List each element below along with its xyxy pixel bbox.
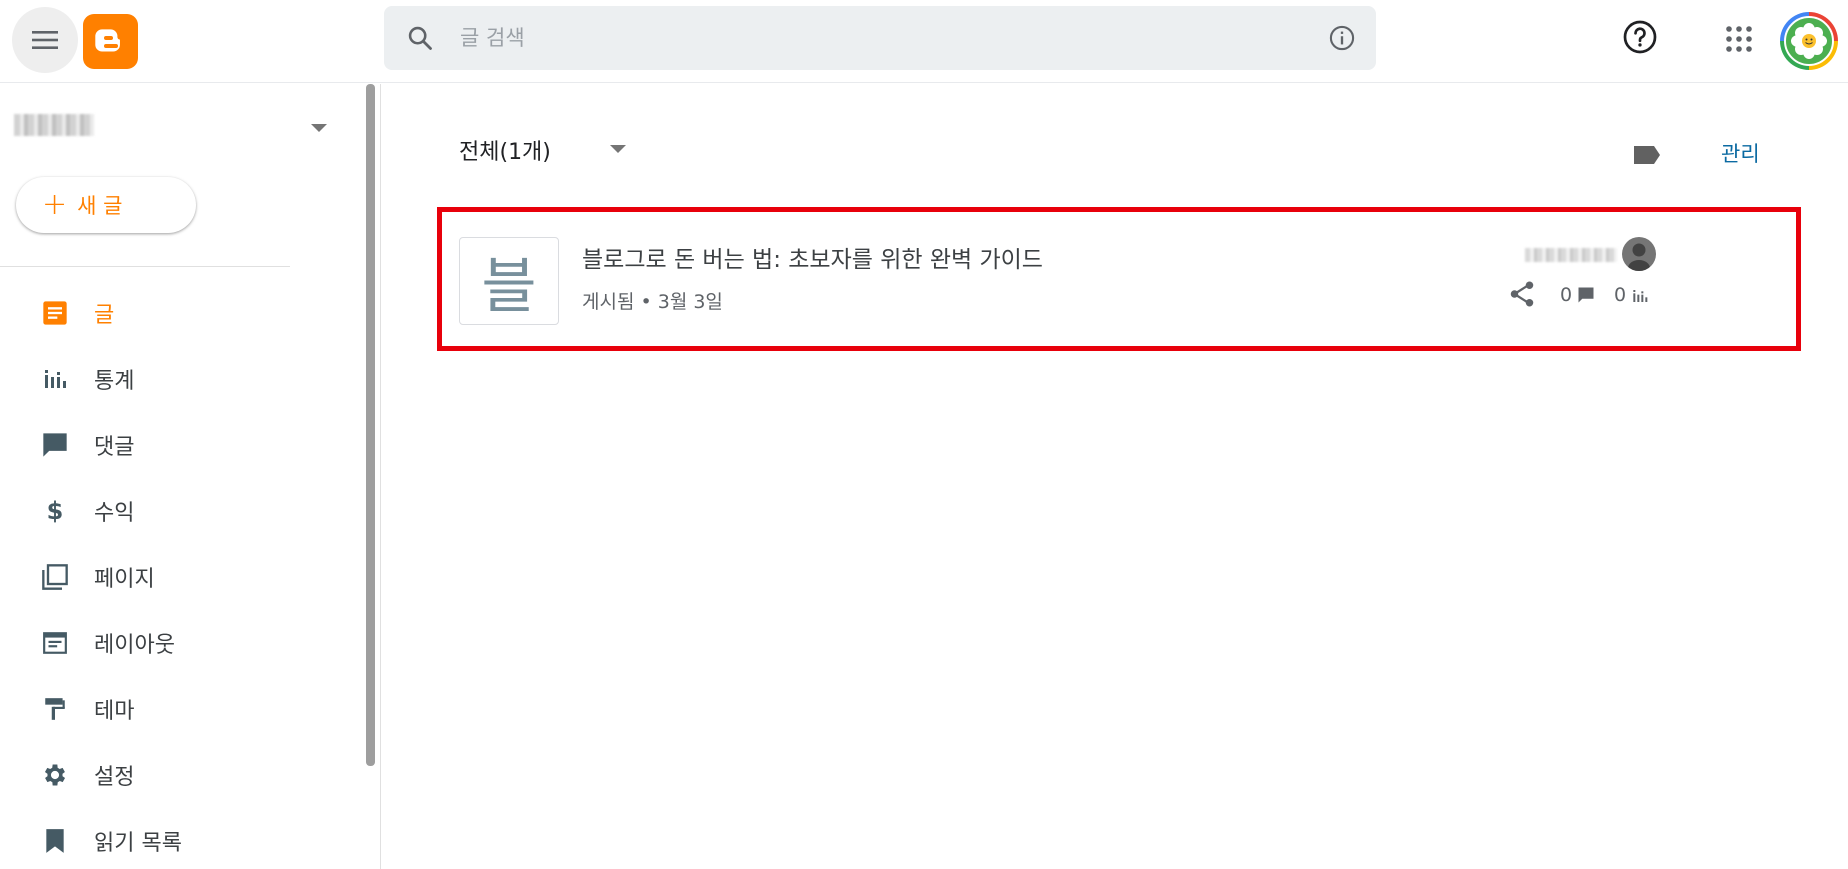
sidebar-item-posts[interactable]: 글 (0, 280, 370, 346)
sidebar-item-stats[interactable]: 통계 (0, 346, 370, 412)
new-post-label: 새 글 (77, 194, 123, 218)
comment-icon (40, 430, 70, 460)
sidebar-item-label: 통계 (94, 369, 135, 394)
dollar-icon: $ (46, 497, 64, 525)
sidebar-item-label: 페이지 (94, 567, 155, 592)
flower-avatar-image (1784, 16, 1834, 66)
view-count: 0 (1614, 284, 1627, 306)
flower-icon (1791, 23, 1827, 59)
post-status: 게시됨 • 3월 3일 (582, 291, 723, 313)
top-app-bar (0, 0, 1848, 83)
sidebar-item-label: 읽기 목록 (94, 831, 182, 856)
search-bar (384, 6, 1376, 70)
apps-grid-icon[interactable] (1726, 26, 1752, 52)
gear-icon (40, 760, 70, 790)
pages-icon (40, 562, 70, 592)
sidebar-nav: 글 통계 댓글 $ 수익 페이지 레이아웃 테마 설정 읽기 목록 (0, 280, 370, 869)
sidebar-item-label: 테마 (94, 699, 135, 724)
search-input[interactable] (460, 20, 1260, 56)
chevron-down-icon (311, 124, 327, 132)
help-icon[interactable] (1622, 19, 1658, 55)
post-title[interactable]: 블로그로 돈 버는 법: 초보자를 위한 완벽 가이드 (582, 240, 1043, 274)
paint-roller-icon (40, 694, 70, 724)
sidebar-item-reading-list[interactable]: 읽기 목록 (0, 808, 370, 869)
sidebar-scrollbar[interactable] (366, 84, 375, 766)
sidebar-item-settings[interactable]: 설정 (0, 742, 370, 808)
blog-name-redacted (14, 114, 94, 136)
author-avatar (1622, 237, 1656, 271)
chevron-down-icon[interactable] (610, 145, 626, 153)
manage-button[interactable]: 관리 (1721, 138, 1760, 168)
sidebar-item-comments[interactable]: 댓글 (0, 412, 370, 478)
comment-count: 0 (1560, 284, 1573, 306)
sidebar-item-label: 글 (94, 303, 115, 328)
info-icon[interactable] (1328, 24, 1356, 52)
layout-icon (40, 628, 70, 658)
stats-icon (40, 364, 70, 394)
sidebar-item-theme[interactable]: 테마 (0, 676, 370, 742)
sidebar-item-pages[interactable]: 페이지 (0, 544, 370, 610)
bookmark-icon (40, 826, 70, 856)
share-icon[interactable] (1507, 279, 1537, 309)
post-filter-dropdown[interactable]: 전체(1개) (459, 134, 551, 166)
sidebar-item-label: 설정 (94, 765, 135, 790)
blog-selector[interactable] (14, 114, 327, 150)
hamburger-menu-icon (32, 31, 58, 49)
search-icon[interactable] (406, 24, 434, 52)
post-thumbnail: 블 (459, 237, 559, 325)
sidebar: + 새 글 글 통계 댓글 $ 수익 페이지 레이아웃 테마 설정 읽기 목록 (0, 84, 380, 869)
divider (0, 266, 290, 267)
label-icon[interactable] (1632, 144, 1662, 166)
posts-icon (40, 298, 70, 328)
post-list-item[interactable]: 블 블로그로 돈 버는 법: 초보자를 위한 완벽 가이드 게시됨 • 3월 3… (437, 207, 1801, 351)
stats-icon (1633, 290, 1648, 302)
comment-icon (1578, 287, 1594, 303)
person-icon (1628, 243, 1650, 271)
account-avatar[interactable] (1780, 12, 1838, 70)
sidebar-item-label: 수익 (94, 501, 135, 526)
sidebar-item-label: 댓글 (94, 435, 135, 460)
main-menu-button[interactable] (12, 7, 78, 73)
plus-icon: + (42, 187, 68, 222)
blogger-logo[interactable] (83, 14, 138, 69)
sidebar-item-earnings[interactable]: $ 수익 (0, 478, 370, 544)
author-name-redacted (1525, 248, 1617, 262)
new-post-button[interactable]: + 새 글 (16, 177, 196, 233)
main-content: 전체(1개) 관리 블 블로그로 돈 버는 법: 초보자를 위한 완벽 가이드 … (381, 84, 1848, 869)
sidebar-item-label: 레이아웃 (94, 633, 175, 658)
blogger-b-icon (94, 28, 120, 51)
sidebar-item-layout[interactable]: 레이아웃 (0, 610, 370, 676)
